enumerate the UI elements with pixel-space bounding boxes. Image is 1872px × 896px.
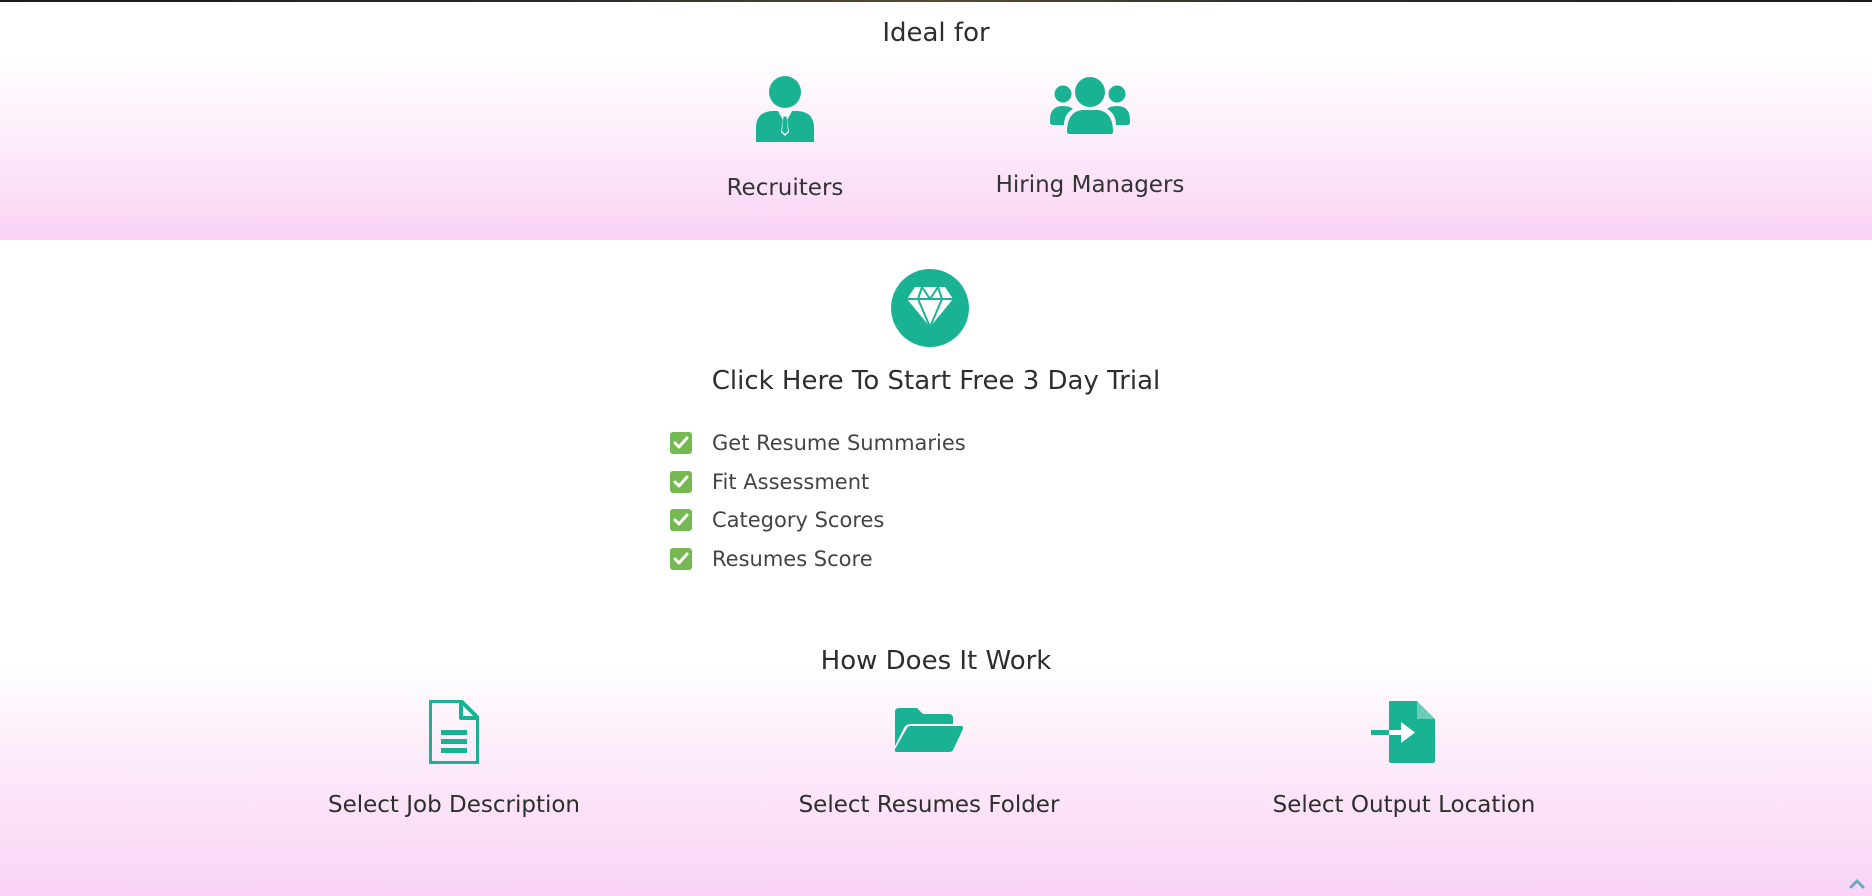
audience-recruiters: Recruiters [705, 76, 865, 201]
start-trial-link[interactable]: Click Here To Start Free 3 Day Trial [0, 366, 1872, 396]
trial-feature-list: Get Resume Summaries Fit Assessment Cate… [670, 424, 966, 578]
scroll-to-top-button[interactable] [1848, 876, 1866, 892]
step-select-job-description: Select Job Description [304, 700, 604, 818]
ideal-for-title: Ideal for [882, 18, 990, 48]
how-it-works-title: How Does It Work [820, 646, 1052, 676]
gem-icon [907, 286, 953, 328]
step-select-resumes-folder: Select Resumes Folder [779, 700, 1079, 818]
folder-open-icon [894, 708, 964, 752]
audience-label: Recruiters [726, 175, 844, 201]
step-label: Select Output Location [1272, 792, 1536, 818]
ideal-for-section: Ideal for Recruiters Hiring Managers [0, 2, 1872, 240]
file-import-icon [1371, 701, 1435, 763]
check-square-icon [670, 432, 692, 455]
audience-hiring-managers: Hiring Managers [980, 76, 1200, 198]
users-icon [1050, 77, 1130, 134]
check-square-icon [670, 547, 692, 570]
feature-label: Get Resume Summaries [712, 431, 966, 456]
gem-icon-button[interactable] [891, 269, 969, 347]
feature-label: Fit Assessment [712, 469, 870, 494]
file-text-icon [429, 700, 479, 764]
list-item: Resumes Score [670, 540, 966, 579]
list-item: Get Resume Summaries [670, 424, 966, 463]
how-it-works-section: How Does It Work Select Job Description … [0, 640, 1872, 896]
step-select-output-location: Select Output Location [1254, 700, 1554, 818]
feature-label: Category Scores [712, 508, 885, 533]
list-item: Category Scores [670, 501, 966, 540]
step-label: Select Resumes Folder [798, 792, 1060, 818]
check-square-icon [670, 470, 692, 493]
check-square-icon [670, 509, 692, 532]
step-label: Select Job Description [327, 792, 581, 818]
chevron-up-icon [1849, 879, 1865, 889]
feature-label: Resumes Score [712, 546, 873, 571]
audience-label: Hiring Managers [995, 172, 1185, 198]
list-item: Fit Assessment [670, 463, 966, 502]
user-tie-icon [756, 76, 814, 142]
